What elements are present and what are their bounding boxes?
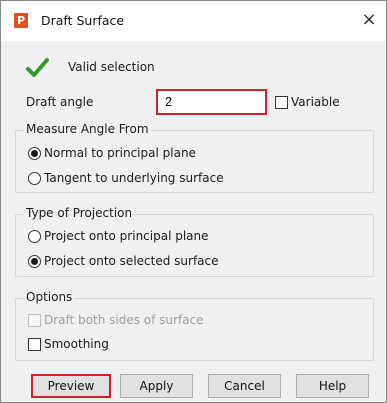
window-title: Draft Surface: [41, 13, 125, 28]
app-logo-icon: P: [14, 13, 28, 28]
close-button[interactable]: ×: [356, 7, 382, 33]
radio-project-onto-principal-plane[interactable]: [28, 230, 41, 243]
cancel-button[interactable]: Cancel: [208, 374, 281, 398]
options-legend: Options: [24, 290, 75, 304]
radio-tangent-label: Tangent to underlying surface: [44, 171, 224, 185]
draft-surface-dialog: P Draft Surface × Valid selection Draft …: [0, 0, 387, 403]
draft-both-sides-checkbox[interactable]: [28, 314, 41, 327]
radio-principal-plane-label: Project onto principal plane: [44, 229, 209, 243]
status-text: Valid selection: [68, 60, 155, 74]
draft-angle-input[interactable]: [160, 93, 263, 111]
variable-label: Variable: [291, 95, 340, 109]
draft-angle-label: Draft angle: [26, 95, 94, 109]
smoothing-label: Smoothing: [44, 337, 109, 351]
measure-angle-legend: Measure Angle From: [24, 122, 151, 136]
preview-button[interactable]: Preview: [31, 374, 111, 398]
title-bar: P Draft Surface ×: [1, 1, 386, 41]
radio-normal-to-principal-plane[interactable]: [28, 147, 41, 160]
projection-type-legend: Type of Projection: [24, 206, 135, 220]
radio-tangent-to-surface[interactable]: [28, 172, 41, 185]
smoothing-checkbox[interactable]: [28, 338, 41, 351]
apply-button[interactable]: Apply: [120, 374, 193, 398]
radio-normal-label: Normal to principal plane: [44, 146, 196, 160]
options-group: Options: [15, 290, 374, 361]
draft-both-sides-label: Draft both sides of surface: [44, 313, 204, 327]
help-button[interactable]: Help: [296, 374, 369, 398]
radio-project-onto-selected-surface[interactable]: [28, 255, 41, 268]
draft-angle-field-highlight: [156, 89, 267, 115]
check-icon: [26, 58, 49, 77]
variable-checkbox[interactable]: [275, 96, 288, 109]
radio-selected-surface-label: Project onto selected surface: [44, 254, 219, 268]
